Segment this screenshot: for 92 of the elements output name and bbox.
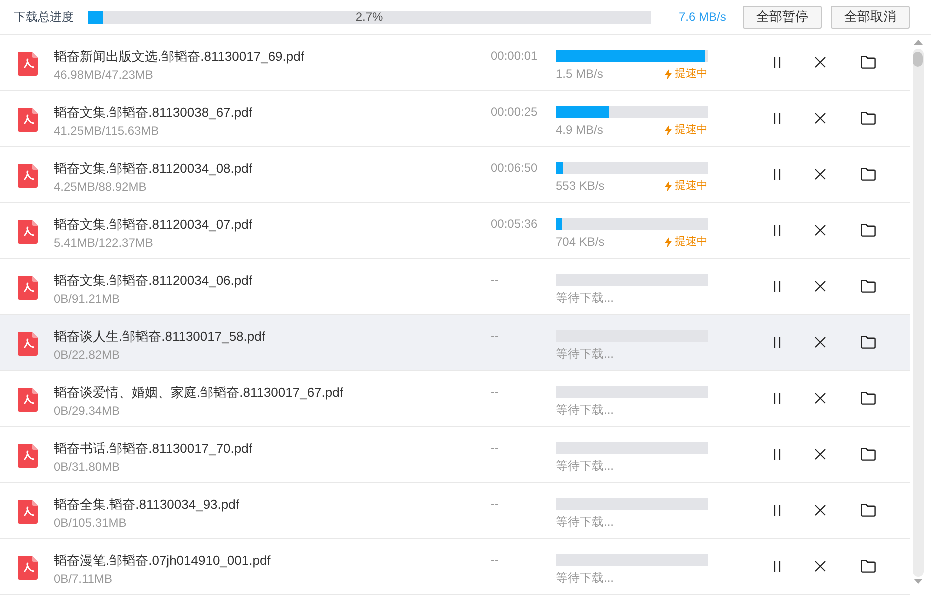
folder-icon[interactable] — [861, 112, 876, 125]
pdf-file-icon — [18, 332, 38, 356]
download-status: 等待下载... — [556, 514, 614, 530]
file-size: 46.98MB/47.23MB — [54, 67, 154, 83]
close-icon[interactable] — [815, 337, 826, 348]
pdf-file-icon — [18, 556, 38, 580]
remaining-time: 00:00:25 — [491, 104, 538, 120]
download-status: 等待下载... — [556, 458, 614, 474]
folder-icon[interactable] — [861, 168, 876, 181]
file-name: 韬奋全集.韬奋.81130034_93.pdf — [54, 496, 240, 514]
download-status: 704 KB/s — [556, 234, 605, 250]
close-icon[interactable] — [815, 561, 826, 572]
pdf-file-icon — [18, 220, 38, 244]
pause-icon[interactable] — [774, 57, 781, 68]
pdf-file-icon — [18, 500, 38, 524]
remaining-time: -- — [491, 384, 499, 400]
file-size: 41.25MB/115.63MB — [54, 123, 160, 139]
lightning-icon — [665, 124, 672, 136]
pdf-file-icon — [18, 276, 38, 300]
folder-icon[interactable] — [861, 224, 876, 237]
pause-icon[interactable] — [774, 113, 781, 124]
file-name: 韬奋文集.邹韬奋.81120034_06.pdf — [54, 272, 252, 290]
remaining-time: -- — [491, 440, 499, 456]
file-size: 0B/29.34MB — [54, 403, 120, 419]
lightning-icon — [665, 180, 672, 192]
scrollbar-thumb[interactable] — [913, 52, 923, 67]
total-progress-label: 下载总进度 — [14, 9, 75, 26]
pause-icon[interactable] — [774, 505, 781, 516]
close-icon[interactable] — [815, 505, 826, 516]
download-status: 等待下载... — [556, 346, 614, 362]
total-progress-percent: 2.7% — [356, 10, 384, 24]
folder-icon[interactable] — [861, 448, 876, 461]
pause-icon[interactable] — [774, 561, 781, 572]
remaining-time: -- — [491, 272, 499, 288]
download-status: 1.5 MB/s — [556, 66, 604, 82]
folder-icon[interactable] — [861, 504, 876, 517]
pause-icon[interactable] — [774, 225, 781, 236]
cancel-all-button[interactable]: 全部取消 — [831, 6, 910, 28]
pause-icon[interactable] — [774, 393, 781, 404]
pause-all-button[interactable]: 全部暂停 — [743, 6, 822, 28]
total-speed: 7.6 MB/s — [679, 9, 728, 26]
download-row[interactable]: 韬奋谈人生.邹韬奋.81130017_58.pdf 0B/22.82MB -- 等待下载... — [0, 315, 910, 371]
file-name: 韬奋书话.邹韬奋.81130017_70.pdf — [54, 440, 252, 458]
close-icon[interactable] — [815, 225, 826, 236]
file-name: 韬奋谈爱情、婚姻、家庭.邹韬奋.81130017_67.pdf — [54, 384, 344, 402]
remaining-time: 00:05:36 — [491, 216, 538, 232]
pause-icon[interactable] — [774, 337, 781, 348]
download-status: 等待下载... — [556, 570, 614, 586]
lightning-icon — [665, 236, 672, 248]
download-status: 553 KB/s — [556, 178, 605, 194]
folder-icon[interactable] — [861, 560, 876, 573]
pdf-file-icon — [18, 388, 38, 412]
pause-icon[interactable] — [774, 169, 781, 180]
remaining-time: -- — [491, 552, 499, 568]
download-status: 等待下载... — [556, 290, 614, 306]
close-icon[interactable] — [815, 113, 826, 124]
file-name: 韬奋新闻出版文选.邹韬奋.81130017_69.pdf — [54, 48, 304, 66]
file-size: 0B/91.21MB — [54, 291, 120, 307]
folder-icon[interactable] — [861, 336, 876, 349]
download-status: 等待下载... — [556, 402, 614, 418]
pause-icon[interactable] — [774, 449, 781, 460]
pdf-file-icon — [18, 444, 38, 468]
pause-icon[interactable] — [774, 281, 781, 292]
file-name: 韬奋谈人生.邹韬奋.81130017_58.pdf — [54, 328, 266, 346]
file-size: 0B/7.11MB — [54, 571, 112, 587]
file-name: 韬奋文集.邹韬奋.81120034_07.pdf — [54, 216, 252, 234]
file-size: 5.41MB/122.37MB — [54, 235, 154, 251]
file-size: 0B/31.80MB — [54, 459, 120, 475]
scrollbar-track[interactable] — [912, 49, 924, 577]
remaining-time: -- — [491, 496, 499, 512]
file-name: 韬奋文集.邹韬奋.81120034_08.pdf — [54, 160, 252, 178]
file-name: 韬奋漫笔.邹韬奋.07jh014910_001.pdf — [54, 552, 271, 570]
close-icon[interactable] — [815, 393, 826, 404]
folder-icon[interactable] — [861, 56, 876, 69]
folder-icon[interactable] — [861, 392, 876, 405]
close-icon[interactable] — [815, 57, 826, 68]
file-size: 0B/22.82MB — [54, 347, 120, 363]
close-icon[interactable] — [815, 449, 826, 460]
file-name: 韬奋文集.邹韬奋.81130038_67.pdf — [54, 104, 252, 122]
lightning-icon — [665, 68, 672, 80]
pdf-file-icon — [18, 164, 38, 188]
remaining-time: -- — [491, 328, 499, 344]
pdf-file-icon — [18, 52, 38, 76]
download-status: 4.9 MB/s — [556, 122, 604, 138]
file-size: 4.25MB/88.92MB — [54, 179, 147, 195]
remaining-time: 00:06:50 — [491, 160, 538, 176]
file-size: 0B/105.31MB — [54, 515, 127, 531]
folder-icon[interactable] — [861, 280, 876, 293]
remaining-time: 00:00:01 — [491, 48, 538, 64]
close-icon[interactable] — [815, 281, 826, 292]
close-icon[interactable] — [815, 169, 826, 180]
pdf-file-icon — [18, 108, 38, 132]
